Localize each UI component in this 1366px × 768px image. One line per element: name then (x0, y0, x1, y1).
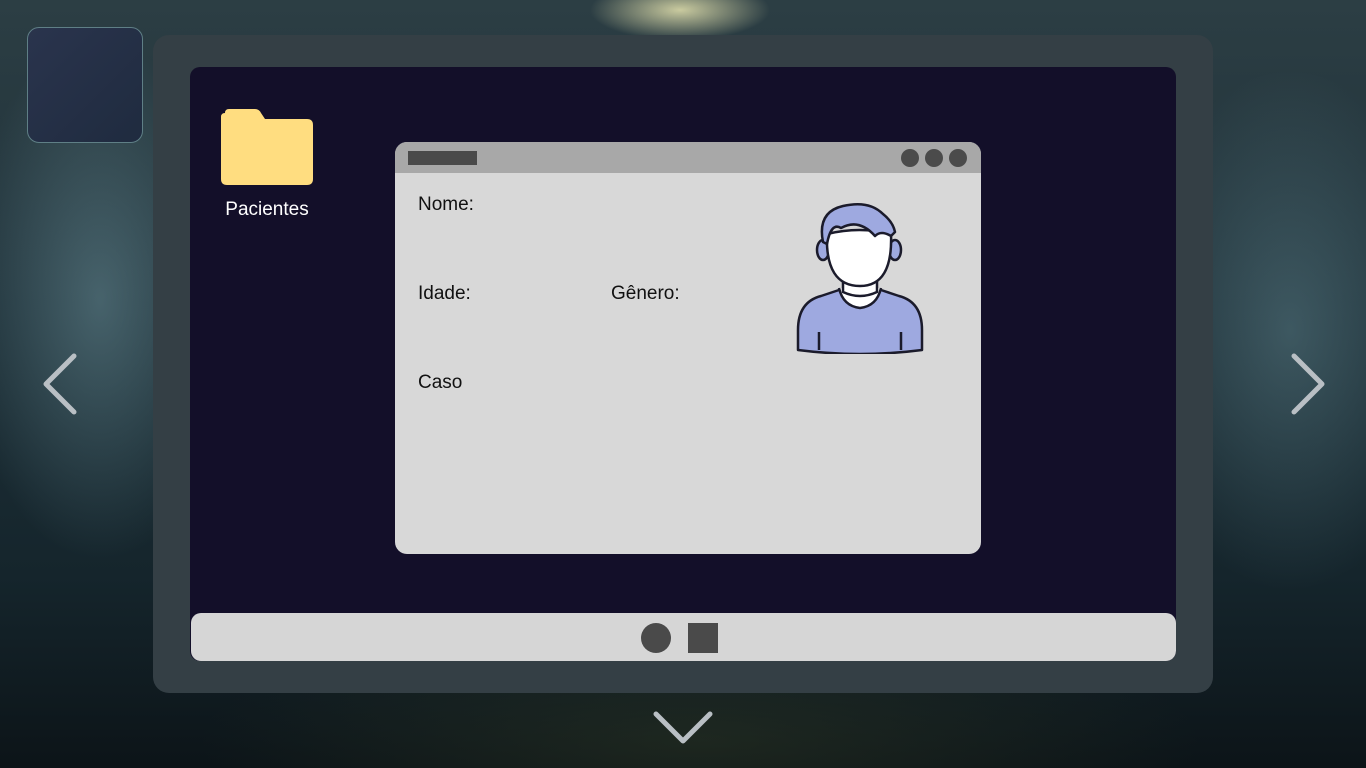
window-controls (901, 149, 967, 167)
chevron-down-icon[interactable] (652, 708, 714, 748)
taskbar-circle-button[interactable] (641, 623, 671, 653)
corner-slot[interactable] (27, 27, 143, 143)
window-control-dot[interactable] (949, 149, 967, 167)
age-label: Idade: (418, 283, 471, 304)
window-control-dot[interactable] (901, 149, 919, 167)
window-title-placeholder (408, 151, 477, 165)
patient-avatar-icon (796, 203, 924, 354)
chevron-right-icon[interactable] (1288, 352, 1328, 416)
folder-label: Pacientes (225, 199, 309, 220)
patient-record-window: Nome: Idade: Gênero: Caso (395, 142, 981, 554)
case-label: Caso (418, 372, 463, 393)
monitor-frame: Pacientes Nome: Idade: Gênero: Caso (153, 35, 1213, 693)
taskbar (191, 613, 1176, 661)
window-control-dot[interactable] (925, 149, 943, 167)
taskbar-square-button[interactable] (688, 623, 718, 653)
window-titlebar[interactable] (395, 142, 981, 173)
desktop-screen: Pacientes Nome: Idade: Gênero: Caso (190, 67, 1176, 661)
chevron-left-icon[interactable] (40, 352, 80, 416)
desktop-folder-pacientes[interactable]: Pacientes (221, 109, 332, 221)
name-label: Nome: (418, 194, 474, 215)
gender-label: Gênero: (611, 283, 680, 304)
folder-icon (221, 109, 313, 185)
